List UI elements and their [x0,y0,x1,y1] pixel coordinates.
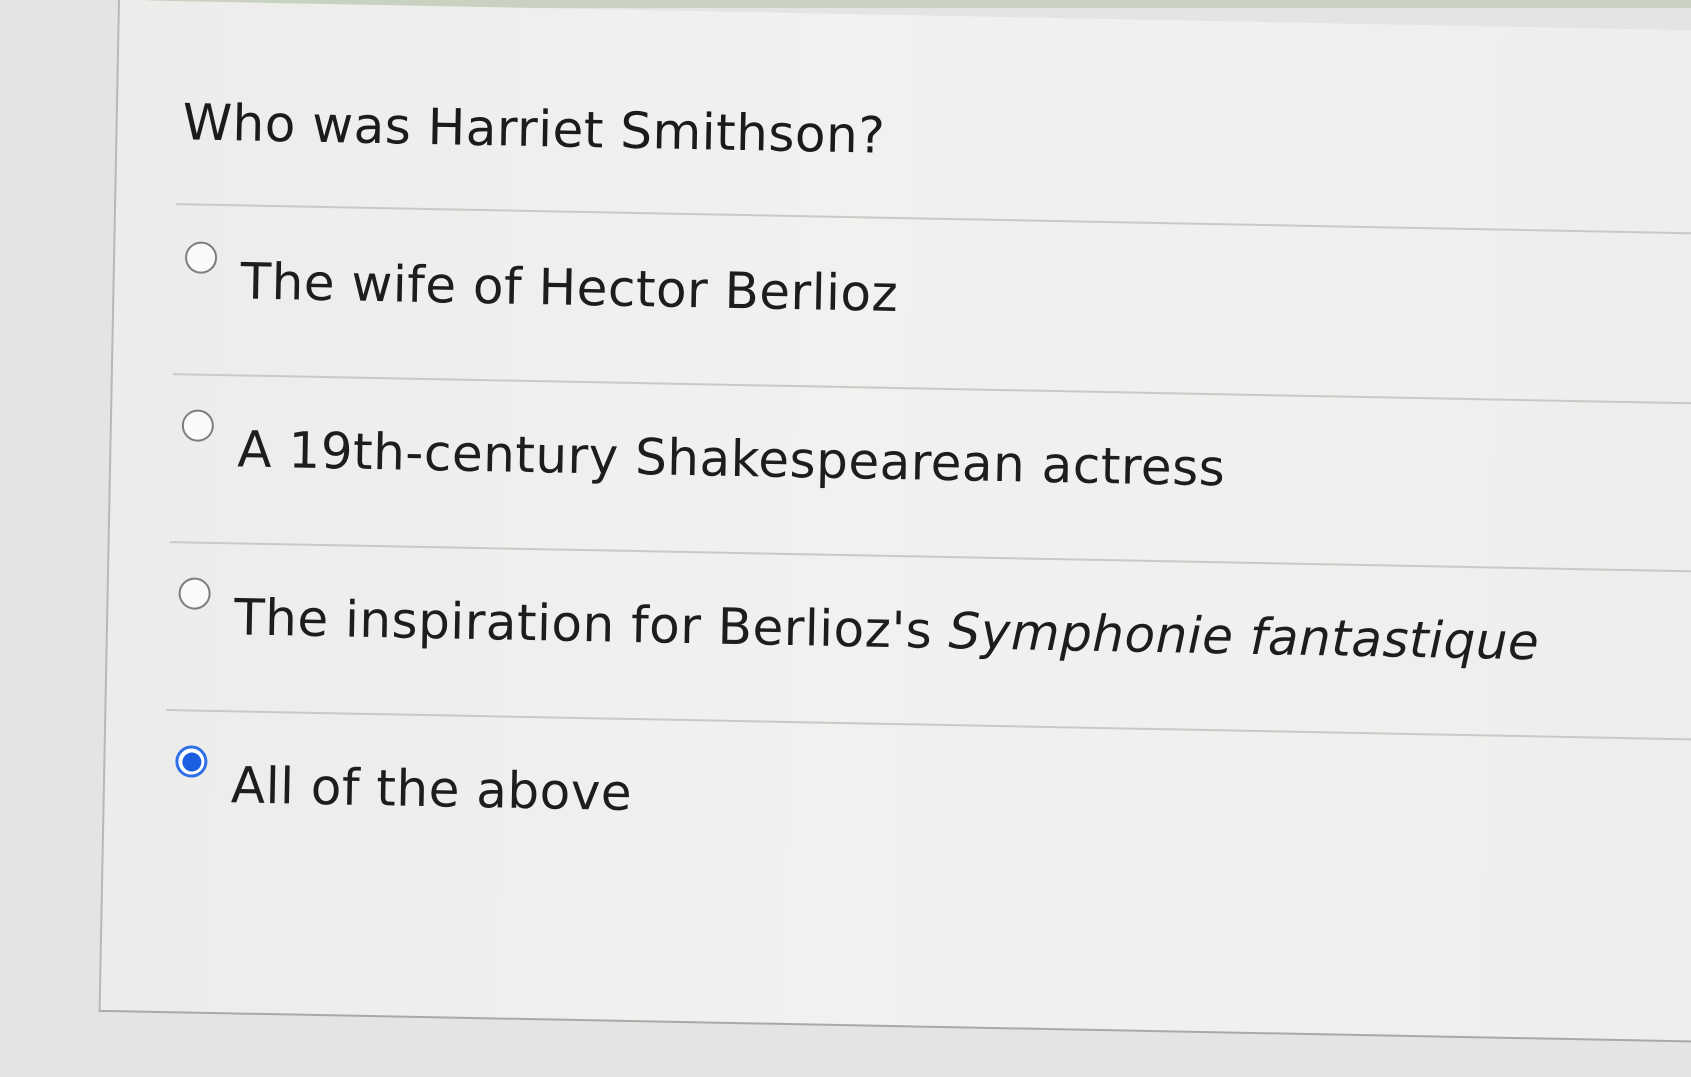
divider [169,541,1691,573]
option-label[interactable]: The inspiration for Berlioz's Symphonie … [234,588,1540,671]
radio-button-unchecked-icon[interactable] [181,409,215,442]
option-label-italic-title: Symphonie fantastique [948,602,1540,672]
divider [166,709,1691,741]
option-label-prefix: The inspiration for Berlioz's [233,588,950,661]
radio-button-checked-icon[interactable] [175,745,208,778]
divider [176,203,1691,235]
radio-button-unchecked-icon[interactable] [184,241,218,274]
question-card: Who was Harriet Smithson? The wife of He… [98,0,1691,1043]
question-text: Who was Harriet Smithson? [182,93,886,165]
divider [172,373,1691,405]
option-label[interactable]: All of the above [230,756,632,822]
option-label[interactable]: A 19th-century Shakespearean actress [237,420,1226,497]
option-label[interactable]: The wife of Hector Berlioz [240,252,899,323]
radio-button-unchecked-icon[interactable] [178,577,211,610]
